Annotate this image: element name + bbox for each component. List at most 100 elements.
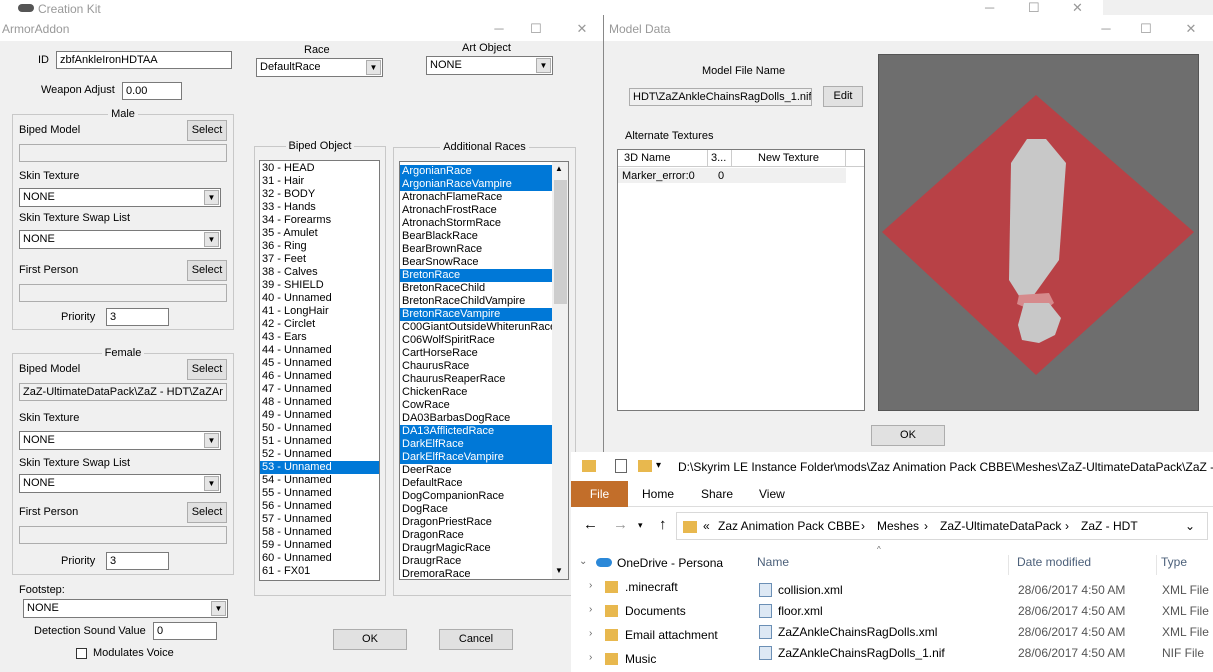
nav-item[interactable]: › Email attachment xyxy=(571,624,731,646)
minimize-icon[interactable]: ─ xyxy=(485,21,513,37)
female-biped-model-select-button[interactable]: Select xyxy=(187,359,227,380)
biped-object-item[interactable]: 54 - Unnamed xyxy=(260,474,379,487)
biped-object-item[interactable]: 61 - FX01 xyxy=(260,565,379,578)
biped-object-item[interactable]: 35 - Amulet xyxy=(260,227,379,240)
crumb-1[interactable]: Meshes xyxy=(877,519,919,533)
biped-object-item[interactable]: 39 - SHIELD xyxy=(260,279,379,292)
up-icon[interactable]: ↑ xyxy=(659,516,667,533)
race-item[interactable]: DeerRace xyxy=(400,464,568,477)
race-item[interactable]: BearBlackRace xyxy=(400,230,568,243)
biped-object-item[interactable]: 42 - Circlet xyxy=(260,318,379,331)
race-item[interactable]: BearBrownRace xyxy=(400,243,568,256)
female-first-person-select-button[interactable]: Select xyxy=(187,502,227,523)
female-priority-field[interactable]: 3 xyxy=(106,552,169,570)
file-row[interactable]: floor.xml 28/06/2017 4:50 AM XML File xyxy=(741,601,1213,621)
crumb-overflow[interactable]: « xyxy=(703,519,710,533)
female-first-person-field[interactable] xyxy=(19,526,227,544)
biped-object-item[interactable]: 60 - Unnamed xyxy=(260,552,379,565)
nav-item[interactable]: › Documents xyxy=(571,600,731,622)
nav-item[interactable]: › .minecraft xyxy=(571,576,731,598)
race-item[interactable]: CartHorseRace xyxy=(400,347,568,360)
male-priority-field[interactable]: 3 xyxy=(106,308,169,326)
tab-file[interactable]: File xyxy=(571,481,628,507)
race-item[interactable]: DogCompanionRace xyxy=(400,490,568,503)
biped-object-item[interactable]: 33 - Hands xyxy=(260,201,379,214)
scroll-down-icon[interactable]: ▼ xyxy=(555,566,563,575)
forward-icon[interactable]: → xyxy=(613,516,628,533)
race-select[interactable]: DefaultRace ▼ xyxy=(256,58,383,77)
biped-object-item[interactable]: 48 - Unnamed xyxy=(260,396,379,409)
male-biped-model-field[interactable] xyxy=(19,144,227,162)
race-item[interactable]: ChaurusReaperRace xyxy=(400,373,568,386)
expand-chevron-icon[interactable]: › xyxy=(589,604,592,615)
male-first-person-field[interactable] xyxy=(19,284,227,302)
race-item[interactable]: BretonRace xyxy=(400,269,568,282)
biped-object-item[interactable]: 53 - Unnamed xyxy=(260,461,379,474)
col-date-modified[interactable]: Date modified xyxy=(1017,555,1157,575)
armor-cancel-button[interactable]: Cancel xyxy=(439,629,513,650)
biped-object-item[interactable]: 37 - Feet xyxy=(260,253,379,266)
biped-object-item[interactable]: 52 - Unnamed xyxy=(260,448,379,461)
race-item[interactable]: C06WolfSpiritRace xyxy=(400,334,568,347)
race-item[interactable]: DragonRace xyxy=(400,529,568,542)
table-row[interactable]: Marker_error:0 0 xyxy=(618,168,846,183)
race-item[interactable]: ChickenRace xyxy=(400,386,568,399)
file-row[interactable]: ZaZAnkleChainsRagDolls.xml 28/06/2017 4:5… xyxy=(741,622,1213,642)
recent-chevron-icon[interactable]: ▾ xyxy=(638,520,643,531)
biped-object-item[interactable]: 51 - Unnamed xyxy=(260,435,379,448)
race-item[interactable]: DogRace xyxy=(400,503,568,516)
tab-share[interactable]: Share xyxy=(701,487,733,501)
armor-ok-button[interactable]: OK xyxy=(333,629,407,650)
maximize-icon[interactable]: ☐ xyxy=(522,21,550,37)
biped-object-item[interactable]: 56 - Unnamed xyxy=(260,500,379,513)
biped-object-item[interactable]: 30 - HEAD xyxy=(260,162,379,175)
minimize-icon[interactable]: ─ xyxy=(1092,21,1120,37)
footstep-select[interactable]: NONE ▼ xyxy=(23,599,228,618)
ck-minimize-icon[interactable]: ─ xyxy=(985,0,994,15)
female-swap-list-select[interactable]: NONE ▼ xyxy=(19,474,221,493)
crumb-0[interactable]: Zaz Animation Pack CBBE xyxy=(718,519,860,533)
race-item[interactable]: ArgonianRace xyxy=(400,165,568,178)
race-item[interactable]: DA13AfflictedRace xyxy=(400,425,568,438)
ck-maximize-icon[interactable]: ☐ xyxy=(1028,0,1040,16)
race-item[interactable]: DremoraRace xyxy=(400,568,568,579)
race-item[interactable]: BearSnowRace xyxy=(400,256,568,269)
model-ok-button[interactable]: OK xyxy=(871,425,945,446)
new-folder-icon[interactable] xyxy=(638,460,652,472)
race-item[interactable]: AtronachStormRace xyxy=(400,217,568,230)
close-icon[interactable]: ✕ xyxy=(1177,21,1205,37)
race-item[interactable]: DraugrMagicRace xyxy=(400,542,568,555)
alternate-textures-table[interactable]: 3D Name 3... New Texture Marker_error:0 … xyxy=(617,149,865,411)
race-item[interactable]: ArgonianRaceVampire xyxy=(400,178,568,191)
scroll-up-icon[interactable]: ▲ xyxy=(555,164,563,173)
race-item[interactable]: DA03BarbasDogRace xyxy=(400,412,568,425)
art-object-select[interactable]: NONE ▼ xyxy=(426,56,553,75)
female-skin-texture-select[interactable]: NONE ▼ xyxy=(19,431,221,450)
file-row[interactable]: collision.xml 28/06/2017 4:50 AM XML File xyxy=(741,580,1213,600)
crumb-3[interactable]: ZaZ - HDT xyxy=(1081,519,1138,533)
race-item[interactable]: C00GiantOutsideWhiterunRace xyxy=(400,321,568,334)
expand-chevron-icon[interactable]: › xyxy=(589,580,592,591)
properties-icon[interactable] xyxy=(615,459,627,473)
address-chevron-down-icon[interactable]: ⌄ xyxy=(1185,519,1195,533)
biped-object-item[interactable]: 41 - LongHair xyxy=(260,305,379,318)
biped-object-item[interactable]: 46 - Unnamed xyxy=(260,370,379,383)
expand-chevron-icon[interactable]: ⌄ xyxy=(579,556,587,567)
back-icon[interactable]: ← xyxy=(583,516,598,533)
biped-object-item[interactable]: 45 - Unnamed xyxy=(260,357,379,370)
race-item[interactable]: AtronachFlameRace xyxy=(400,191,568,204)
biped-object-item[interactable]: 59 - Unnamed xyxy=(260,539,379,552)
col-new-texture[interactable]: New Texture xyxy=(732,150,846,167)
male-swap-list-select[interactable]: NONE ▼ xyxy=(19,230,221,249)
scroll-thumb[interactable] xyxy=(554,180,567,304)
biped-object-item[interactable]: 47 - Unnamed xyxy=(260,383,379,396)
model-file-name-field[interactable]: HDT\ZaZAnkleChainsRagDolls_1.nif xyxy=(629,88,812,106)
race-item[interactable]: BretonRaceVampire xyxy=(400,308,568,321)
weapon-adjust-field[interactable]: 0.00 xyxy=(122,82,182,100)
nav-item[interactable]: › Music xyxy=(571,648,731,670)
race-item[interactable]: ChaurusRace xyxy=(400,360,568,373)
customize-icon[interactable]: ▾ xyxy=(656,460,661,471)
nav-item[interactable]: ⌄ OneDrive - Persona xyxy=(571,552,731,574)
race-item[interactable]: DragonPriestRace xyxy=(400,516,568,529)
biped-object-item[interactable]: 58 - Unnamed xyxy=(260,526,379,539)
